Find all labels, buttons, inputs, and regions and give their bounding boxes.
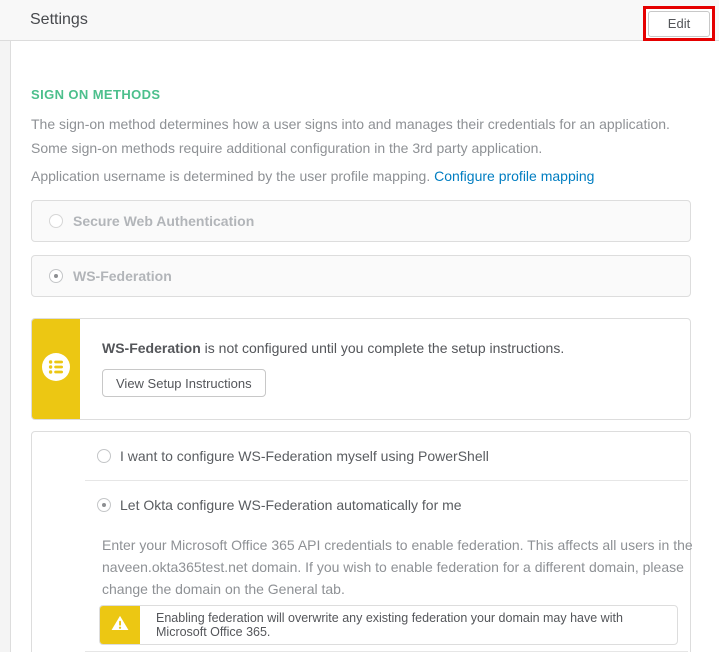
list-icon (41, 352, 71, 387)
option-let-okta-configure[interactable]: Let Okta configure WS-Federation automat… (32, 481, 690, 529)
federation-warning: Enabling federation will overwrite any e… (99, 605, 678, 645)
option-label: Secure Web Authentication (73, 213, 254, 229)
edit-annotation-highlight: Edit (643, 6, 715, 41)
option-label: Let Okta configure WS-Federation automat… (120, 497, 462, 513)
warning-icon-cell (100, 606, 140, 644)
radio-selected-icon[interactable] (97, 498, 111, 512)
radio-unselected-icon[interactable] (97, 449, 111, 463)
option-configure-myself-powershell[interactable]: I want to configure WS-Federation myself… (32, 432, 690, 480)
view-setup-instructions-button[interactable]: View Setup Instructions (102, 369, 266, 397)
settings-page: Settings Edit SIGN ON METHODS The sign-o… (0, 0, 719, 652)
radio-unselected-icon[interactable] (49, 214, 63, 228)
setup-message: WS-Federation is not configured until yo… (102, 340, 564, 356)
sign-on-description: The sign-on method determines how a user… (31, 112, 690, 160)
option-ws-federation[interactable]: WS-Federation (31, 255, 691, 297)
username-note-text: Application username is determined by th… (31, 168, 430, 184)
option-label: WS-Federation (73, 268, 172, 284)
setup-card-body: WS-Federation is not configured until yo… (80, 319, 584, 419)
option-label: I want to configure WS-Federation myself… (120, 448, 489, 464)
warning-triangle-icon (109, 612, 131, 639)
setup-instructions-card: WS-Federation is not configured until yo… (31, 318, 691, 420)
warning-text: Enabling federation will overwrite any e… (140, 606, 677, 644)
page-title: Settings (30, 0, 88, 40)
settings-panel: SIGN ON METHODS The sign-on method deter… (10, 41, 719, 652)
radio-selected-icon[interactable] (49, 269, 63, 283)
setup-message-rest: is not configured until you complete the… (201, 340, 564, 356)
settings-header: Settings Edit (0, 0, 719, 41)
option-secure-web-authentication[interactable]: Secure Web Authentication (31, 200, 691, 242)
edit-button[interactable]: Edit (648, 11, 710, 37)
federation-config-card: I want to configure WS-Federation myself… (31, 431, 691, 652)
setup-app-name: WS-Federation (102, 340, 201, 356)
username-note: Application username is determined by th… (31, 164, 690, 188)
federation-description: Enter your Microsoft Office 365 API cred… (102, 534, 694, 600)
sign-on-methods-heading: SIGN ON METHODS (31, 87, 690, 102)
setup-card-stripe (32, 319, 80, 419)
configure-profile-mapping-link[interactable]: Configure profile mapping (434, 168, 594, 184)
